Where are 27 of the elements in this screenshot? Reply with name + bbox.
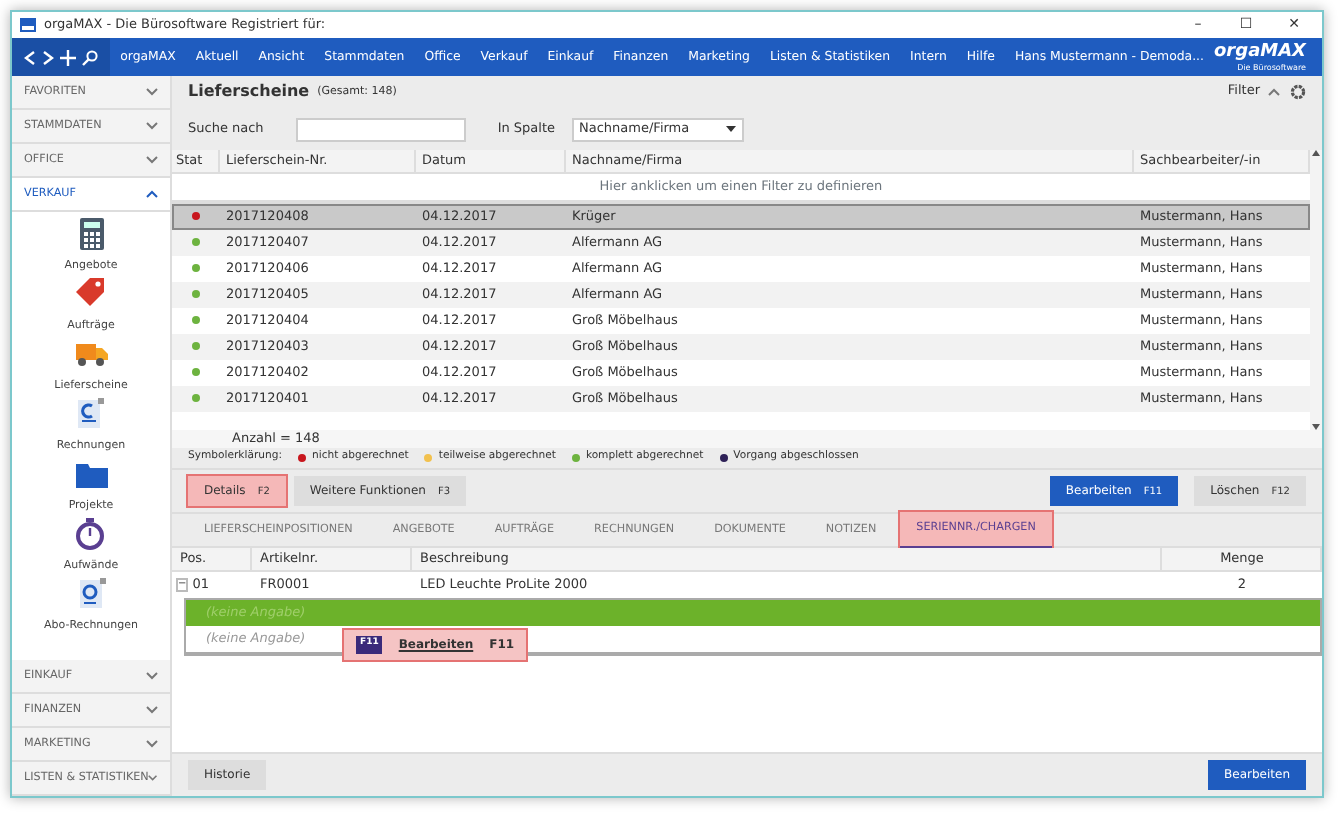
app-icon bbox=[20, 18, 36, 32]
calculator-icon bbox=[75, 218, 107, 250]
dropdown-icon bbox=[725, 126, 736, 132]
page-title: Lieferscheine bbox=[188, 80, 310, 104]
scroll-up-icon[interactable] bbox=[1312, 150, 1320, 156]
tag-icon bbox=[74, 278, 107, 310]
chevron-down-icon[interactable] bbox=[146, 88, 158, 96]
logo: orgaMAX bbox=[1214, 43, 1306, 61]
document-icon bbox=[74, 398, 107, 430]
document-icon bbox=[75, 578, 107, 610]
chevron-up-icon[interactable] bbox=[146, 190, 158, 198]
truck-icon bbox=[75, 338, 107, 370]
forward-icon[interactable] bbox=[41, 49, 54, 65]
chevron-down-icon[interactable] bbox=[146, 156, 158, 164]
back-icon[interactable] bbox=[23, 49, 36, 65]
stopwatch-icon bbox=[74, 518, 107, 550]
folder-icon bbox=[75, 458, 107, 490]
chevron-down-icon[interactable] bbox=[146, 740, 158, 748]
chevron-down-icon[interactable] bbox=[148, 774, 158, 782]
chevron-down-icon[interactable] bbox=[146, 122, 158, 130]
chevron-down-icon[interactable] bbox=[146, 706, 158, 714]
add-icon[interactable] bbox=[60, 49, 77, 65]
chevron-down-icon[interactable] bbox=[146, 672, 158, 680]
search-field[interactable] bbox=[295, 117, 466, 141]
chevron-up-icon[interactable] bbox=[1268, 88, 1280, 96]
search-icon[interactable] bbox=[82, 49, 99, 65]
settings-icon[interactable] bbox=[1290, 84, 1306, 100]
